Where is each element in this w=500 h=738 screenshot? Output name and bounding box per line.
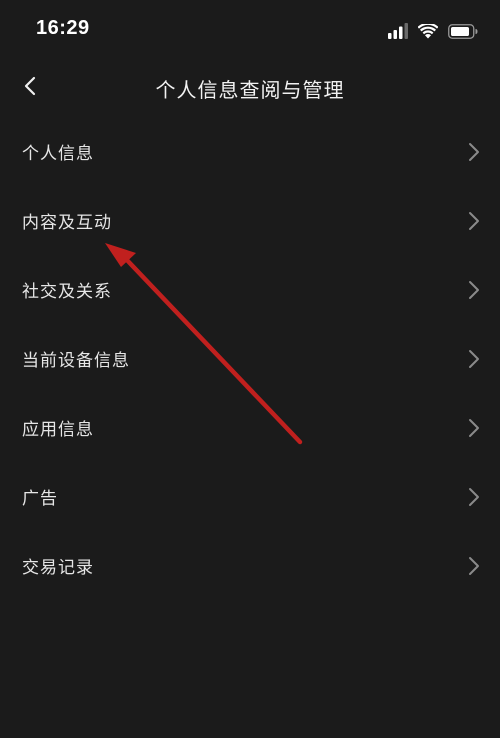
screen: 16:29 个人信息查阅与管理 个人信息 内容及互动 社交及关系 当前设备信息 …: [0, 0, 500, 738]
status-icons: [388, 21, 478, 41]
chevron-right-icon: [469, 142, 479, 161]
menu-item-label: 交易记录: [22, 558, 94, 578]
cellular-signal-icon: [388, 23, 408, 39]
menu-item-transactions[interactable]: 交易记录: [0, 531, 500, 600]
menu-item-label: 个人信息: [22, 144, 94, 164]
chevron-right-icon: [469, 556, 479, 575]
chevron-right-icon: [469, 418, 479, 437]
menu-list: 个人信息 内容及互动 社交及关系 当前设备信息 应用信息 广告 交易记录: [0, 117, 500, 600]
menu-item-label: 广告: [22, 489, 58, 509]
wifi-icon: [418, 23, 438, 38]
menu-item-ads[interactable]: 广告: [0, 462, 500, 531]
chevron-right-icon: [469, 487, 479, 506]
page-title: 个人信息查阅与管理: [155, 78, 345, 102]
chevron-right-icon: [469, 349, 479, 368]
menu-item-social-relations[interactable]: 社交及关系: [0, 255, 500, 324]
menu-item-label: 社交及关系: [22, 282, 112, 302]
battery-icon: [448, 23, 478, 39]
chevron-right-icon: [469, 280, 479, 299]
menu-item-content-interaction[interactable]: 内容及互动: [0, 186, 500, 255]
header-bar: 个人信息查阅与管理: [0, 62, 500, 112]
menu-item-label: 应用信息: [22, 420, 94, 440]
menu-item-app-info[interactable]: 应用信息: [0, 393, 500, 462]
chevron-right-icon: [469, 211, 479, 230]
menu-item-label: 内容及互动: [22, 213, 112, 233]
status-bar: 16:29: [0, 0, 500, 60]
status-time: 16:29: [36, 17, 90, 39]
menu-item-personal-info[interactable]: 个人信息: [0, 117, 500, 186]
menu-item-device-info[interactable]: 当前设备信息: [0, 324, 500, 393]
menu-item-label: 当前设备信息: [22, 351, 130, 371]
